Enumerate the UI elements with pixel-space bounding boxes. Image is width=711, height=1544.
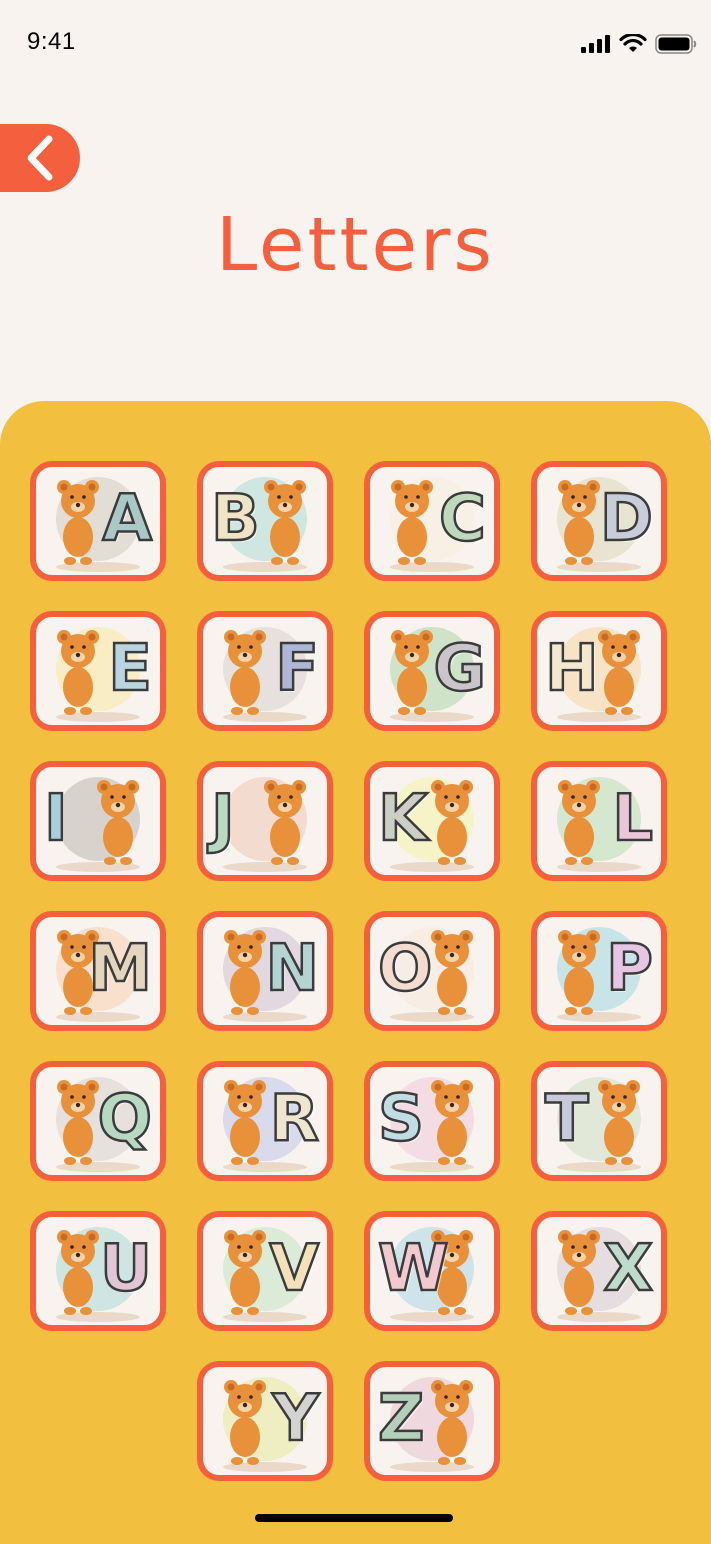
letter-card-y[interactable]: Y xyxy=(197,1361,333,1481)
letter-card-r[interactable]: R xyxy=(197,1061,333,1181)
letter-card-m[interactable]: M xyxy=(30,911,166,1031)
letter-card-z[interactable]: Z xyxy=(364,1361,500,1481)
letter-card-p[interactable]: P xyxy=(531,911,667,1031)
card-letter: Y xyxy=(271,1382,320,1457)
card-letter: Q xyxy=(96,1082,153,1157)
letter-card-j[interactable]: J xyxy=(197,761,333,881)
card-letter: C xyxy=(438,482,487,557)
letter-card-q[interactable]: Q xyxy=(30,1061,166,1181)
letter-card-o[interactable]: O xyxy=(364,911,500,1031)
card-letter: M xyxy=(87,932,153,1007)
card-letter: T xyxy=(544,1082,590,1157)
battery-icon xyxy=(655,34,697,54)
letter-card-w[interactable]: W xyxy=(364,1211,500,1331)
chevron-left-icon xyxy=(27,135,53,181)
status-icons xyxy=(581,34,697,54)
card-letter: D xyxy=(599,482,655,557)
status-time: 9:41 xyxy=(27,28,76,55)
letter-card-e[interactable]: E xyxy=(30,611,166,731)
card-letter: V xyxy=(268,1232,320,1307)
letter-card-x[interactable]: X xyxy=(531,1211,667,1331)
card-letter: O xyxy=(377,932,434,1007)
letter-card-h[interactable]: H xyxy=(531,611,667,731)
letter-card-u[interactable]: U xyxy=(30,1211,166,1331)
status-bar: 9:41 xyxy=(0,0,711,88)
letter-card-f[interactable]: F xyxy=(197,611,333,731)
card-letter: W xyxy=(377,1232,450,1307)
letter-card-i[interactable]: I xyxy=(30,761,166,881)
card-letter: A xyxy=(101,482,153,557)
card-letter: P xyxy=(605,932,654,1007)
letter-card-c[interactable]: C xyxy=(364,461,500,581)
cellular-signal-icon xyxy=(581,35,610,53)
card-letter: J xyxy=(210,782,236,857)
card-letter: X xyxy=(602,1232,654,1307)
letter-card-t[interactable]: T xyxy=(531,1061,667,1181)
letter-card-a[interactable]: A xyxy=(30,461,166,581)
page-title: Letters xyxy=(216,202,495,288)
card-letter: E xyxy=(107,632,153,707)
card-letter: G xyxy=(432,632,487,707)
card-letter: H xyxy=(544,632,600,707)
card-letter: S xyxy=(377,1082,426,1157)
card-letter: N xyxy=(264,932,320,1007)
letter-card-s[interactable]: S xyxy=(364,1061,500,1181)
card-letter: U xyxy=(99,1232,153,1307)
card-letter: Z xyxy=(377,1382,426,1457)
letter-card-b[interactable]: B xyxy=(197,461,333,581)
home-indicator xyxy=(255,1514,453,1522)
letter-card-k[interactable]: K xyxy=(364,761,500,881)
letters-panel: AB C D E F GH I J K L M NO P Q RS T U VW X YZ xyxy=(0,401,711,1544)
letter-card-v[interactable]: V xyxy=(197,1211,333,1331)
card-letter: R xyxy=(268,1082,320,1157)
card-letter: I xyxy=(43,782,69,857)
card-letter: B xyxy=(210,482,261,557)
card-letter: L xyxy=(611,782,654,857)
letter-card-d[interactable]: D xyxy=(531,461,667,581)
letter-card-l[interactable]: L xyxy=(531,761,667,881)
back-button[interactable] xyxy=(0,124,80,192)
wifi-icon xyxy=(619,34,647,52)
letter-card-n[interactable]: N xyxy=(197,911,333,1031)
card-letter: F xyxy=(274,632,320,707)
letter-card-g[interactable]: G xyxy=(364,611,500,731)
card-letter: K xyxy=(377,782,429,857)
